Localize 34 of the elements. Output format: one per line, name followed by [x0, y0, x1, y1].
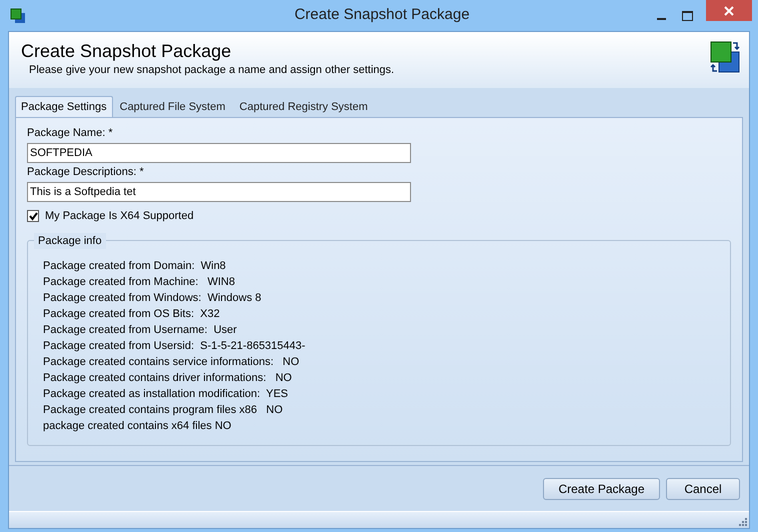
minimize-icon [656, 18, 666, 20]
checkbox[interactable] [27, 210, 39, 222]
resize-grip-icon[interactable] [738, 517, 747, 526]
group-title: Package info [34, 232, 106, 249]
info-line: Package created contains driver informations: NO [43, 370, 292, 386]
field-label: Package Name: * [27, 126, 114, 141]
info-line: Package created as installation modification: YES [43, 386, 288, 402]
checkbox-label: My Package Is X64 Supported [45, 209, 194, 224]
info-line: Package created from Usersid: S-1-5-21-865315443- [43, 338, 306, 354]
input-field[interactable]: This is a Softpedia tet [27, 182, 411, 202]
header-title: Create Snapshot Package [21, 40, 232, 62]
tab[interactable]: Captured File System [112, 98, 232, 117]
check-icon [28, 212, 38, 221]
info-line: Package created from Username: User [43, 322, 237, 338]
dialog-button[interactable]: Cancel [666, 478, 740, 500]
field-label: Package Descriptions: * [27, 165, 145, 180]
info-line: Package created contains service informations: NO [43, 354, 300, 370]
info-line: Package created from Domain: Win8 [43, 258, 226, 274]
info-line: Package created from Windows: Windows 8 [43, 290, 262, 306]
close-button[interactable] [706, 0, 752, 21]
info-line: Package created from Machine: WIN8 [43, 274, 235, 290]
package-icon [709, 40, 741, 74]
window-title: Create Snapshot Package [293, 5, 471, 26]
info-line: Package created contains program files x86 NO [43, 402, 283, 418]
maximize-icon [682, 10, 692, 20]
dialog-button[interactable]: Create Package [543, 478, 660, 500]
info-line: Package created from OS Bits: X32 [43, 306, 220, 322]
app-icon [10, 8, 26, 24]
close-icon [724, 6, 734, 16]
info-line: package created contains x64 files NO [43, 418, 232, 434]
tab[interactable]: Captured Registry System [232, 98, 375, 117]
input-field[interactable]: SOFTPEDIA [27, 143, 411, 163]
header-subtitle: Please give your new snapshot package a name and assign other settings. [29, 63, 394, 78]
tab[interactable]: Package Settings [15, 96, 113, 117]
